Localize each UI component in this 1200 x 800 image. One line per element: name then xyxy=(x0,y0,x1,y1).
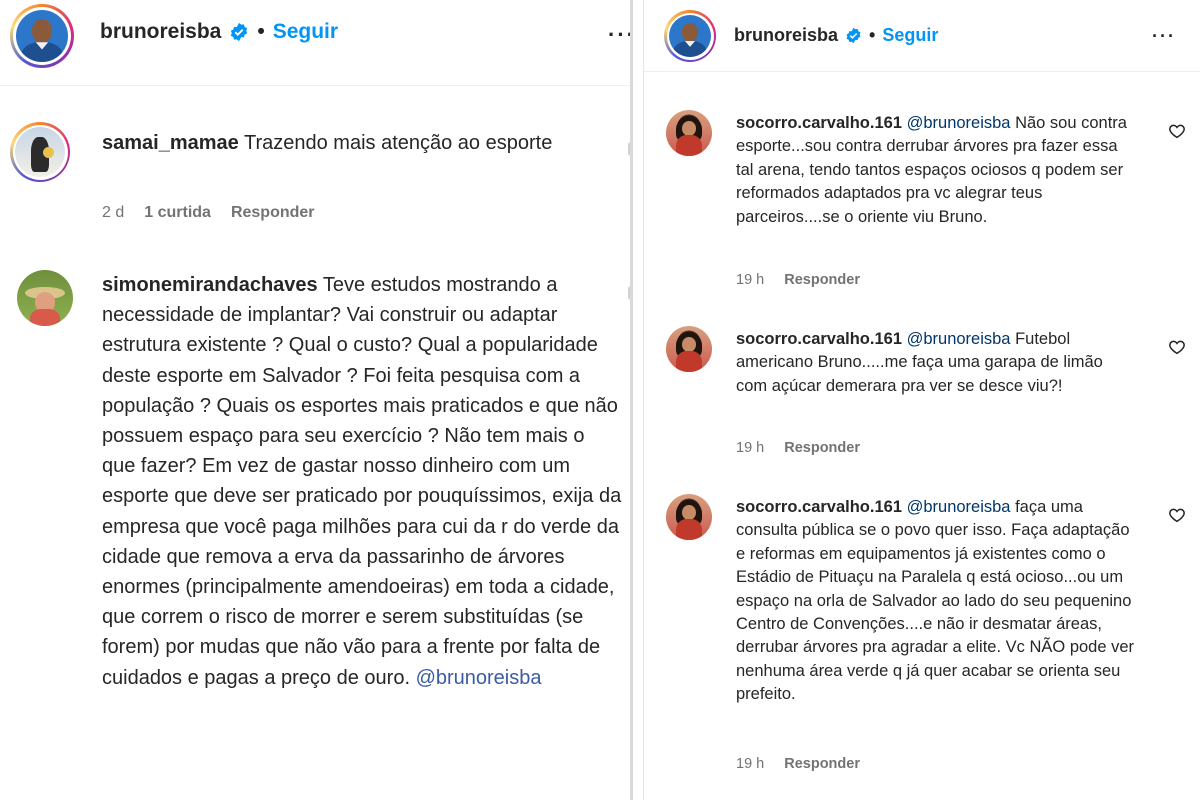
commenter-username[interactable]: socorro.carvalho.161 xyxy=(736,498,902,516)
commenter-username[interactable]: samai_mamae xyxy=(102,132,239,154)
comment-text: simonemirandachaves Teve estudos mostran… xyxy=(102,270,622,693)
commenter-username[interactable]: socorro.carvalho.161 xyxy=(736,114,902,132)
commenter-avatar[interactable] xyxy=(10,122,70,182)
comment-meta: 19 h Responder xyxy=(736,272,860,288)
heart-icon[interactable] xyxy=(1168,506,1186,524)
author-username[interactable]: brunoreisba xyxy=(100,20,221,44)
verified-badge-icon xyxy=(846,27,861,44)
heart-icon[interactable] xyxy=(1168,122,1186,140)
more-options-icon[interactable]: ··· xyxy=(1152,26,1176,47)
separator-dot: • xyxy=(869,25,876,45)
likes-count[interactable]: 1 curtida xyxy=(144,204,211,222)
comment-body: faça uma consulta pública se o povo quer… xyxy=(736,498,1135,704)
left-post-panel: brunoreisba • Seguir ··· samai_mamae Tra… xyxy=(0,0,632,800)
comment-age[interactable]: 19 h xyxy=(736,440,764,456)
author-avatar[interactable] xyxy=(664,10,716,62)
comment-meta: 19 h Responder xyxy=(736,440,860,456)
comment-age[interactable]: 19 h xyxy=(736,272,764,288)
commenter-username[interactable]: socorro.carvalho.161 xyxy=(736,330,902,348)
comment-text: socorro.carvalho.161 @brunoreisba Futebo… xyxy=(736,328,1136,398)
comment-body: Teve estudos mostrando a necessidade de … xyxy=(102,274,622,689)
mention-link[interactable]: @brunoreisba xyxy=(907,114,1011,132)
author-username[interactable]: brunoreisba xyxy=(734,25,838,46)
comment-text: socorro.carvalho.161 @brunoreisba Não so… xyxy=(736,112,1136,229)
commenter-avatar[interactable] xyxy=(666,110,712,156)
commenter-username[interactable]: simonemirandachaves xyxy=(102,274,318,296)
commenter-avatar[interactable] xyxy=(666,494,712,540)
verified-badge-icon xyxy=(231,22,248,42)
reply-button[interactable]: Responder xyxy=(784,440,860,456)
reply-button[interactable]: Responder xyxy=(784,272,860,288)
mention-link[interactable]: @brunoreisba xyxy=(907,330,1011,348)
right-post-panel: brunoreisba • Seguir ··· socorro.carvalh… xyxy=(644,0,1200,800)
comment-age[interactable]: 2 d xyxy=(102,204,124,222)
commenter-avatar[interactable] xyxy=(17,270,73,326)
heart-icon[interactable] xyxy=(1168,338,1186,356)
comment-body: Trazendo mais atenção ao esporte xyxy=(243,132,553,154)
reply-button[interactable]: Responder xyxy=(784,756,860,772)
follow-button[interactable]: Seguir xyxy=(882,25,938,46)
comment-meta: 19 h Responder xyxy=(736,756,860,772)
author-avatar[interactable] xyxy=(10,4,74,68)
follow-button[interactable]: Seguir xyxy=(273,20,338,44)
post-header: brunoreisba • Seguir ··· xyxy=(0,0,632,86)
mention-link[interactable]: @brunoreisba xyxy=(416,667,542,689)
comment-age[interactable]: 19 h xyxy=(736,756,764,772)
comment-meta: 2 d 1 curtida Responder xyxy=(102,204,315,222)
more-options-icon[interactable]: ··· xyxy=(608,22,632,48)
separator-dot: • xyxy=(257,20,265,43)
comment-text: socorro.carvalho.161 @brunoreisba faça u… xyxy=(736,496,1136,707)
comment-text: samai_mamae Trazendo mais atenção ao esp… xyxy=(102,128,622,158)
panel-divider xyxy=(630,0,633,800)
mention-link[interactable]: @brunoreisba xyxy=(907,498,1011,516)
post-header: brunoreisba • Seguir ··· xyxy=(644,0,1200,72)
reply-button[interactable]: Responder xyxy=(231,204,315,222)
commenter-avatar[interactable] xyxy=(666,326,712,372)
